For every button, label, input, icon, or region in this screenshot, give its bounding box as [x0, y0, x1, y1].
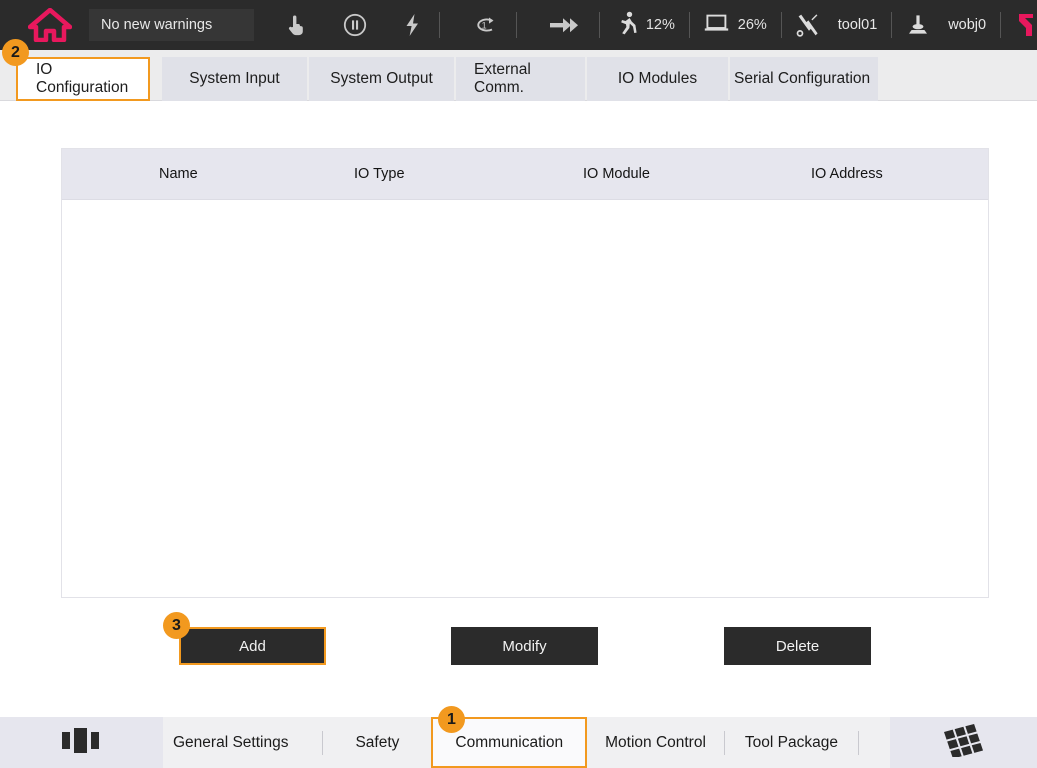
tab-system-output[interactable]: System Output [309, 57, 454, 101]
add-button[interactable]: Add [179, 627, 326, 665]
running-person-icon [618, 11, 637, 39]
add-button-label: Add [239, 638, 266, 655]
cycle-once-icon[interactable]: 1 [470, 15, 498, 35]
io-configuration-table: Name IO Type IO Module IO Address [61, 148, 989, 598]
warning-text: No new warnings [101, 17, 212, 33]
tab-io-modules[interactable]: IO Modules [587, 57, 728, 101]
annotation-badge-1: 1 [438, 706, 465, 733]
column-header-io-module[interactable]: IO Module [525, 166, 756, 182]
modify-button[interactable]: Modify [451, 627, 598, 665]
nav-label: Safety [355, 734, 399, 752]
tab-label: IO Configuration [36, 61, 130, 97]
table-body-empty[interactable] [62, 200, 988, 597]
tab-label: System Input [189, 70, 279, 88]
tab-label: System Output [330, 70, 433, 88]
tab-serial-configuration[interactable]: Serial Configuration [730, 57, 878, 101]
nav-label: Communication [455, 734, 563, 752]
load-status[interactable]: 26% [704, 13, 767, 37]
divider [689, 12, 690, 38]
panels-button[interactable] [0, 717, 163, 768]
bottom-nav-items: General Settings Safety Communication Mo… [163, 717, 859, 768]
table-header-row: Name IO Type IO Module IO Address [62, 149, 988, 200]
column-header-io-address[interactable]: IO Address [756, 166, 988, 182]
divider [516, 12, 517, 38]
workobject-label[interactable]: wobj0 [948, 17, 986, 33]
keypad-grid-icon [942, 723, 986, 762]
nav-label: Tool Package [745, 734, 838, 752]
divider [891, 12, 892, 38]
tools-icon[interactable] [796, 13, 820, 37]
tab-label: External Comm. [474, 61, 567, 97]
speed-value: 12% [646, 17, 675, 33]
robot-arm-icon[interactable] [1015, 11, 1037, 39]
speed-status[interactable]: 12% [618, 11, 675, 39]
tab-io-configuration[interactable]: IO Configuration [16, 57, 150, 101]
pause-circle-icon[interactable] [343, 13, 367, 37]
workobject-icon[interactable] [906, 13, 930, 37]
tab-label: IO Modules [618, 70, 697, 88]
tab-system-input[interactable]: System Input [162, 57, 307, 101]
sub-tab-bar: IO Configuration System Input System Out… [0, 50, 1037, 101]
tab-label: Serial Configuration [734, 70, 870, 88]
divider [439, 12, 440, 38]
bottom-nav-bar: General Settings Safety Communication Mo… [0, 717, 1037, 768]
divider [599, 12, 600, 38]
nav-label: Motion Control [605, 734, 706, 752]
load-value: 26% [738, 17, 767, 33]
divider [858, 731, 859, 755]
nav-item-motion-control[interactable]: Motion Control [587, 717, 724, 768]
lightning-bolt-icon[interactable] [404, 13, 421, 37]
nav-item-safety[interactable]: Safety [323, 717, 431, 768]
svg-text:1: 1 [482, 21, 487, 31]
delete-button-label: Delete [776, 638, 819, 655]
annotation-badge-3: 3 [163, 612, 190, 639]
tool-label[interactable]: tool01 [838, 17, 878, 33]
divider [1000, 12, 1001, 38]
column-header-io-type[interactable]: IO Type [294, 166, 525, 182]
divider [781, 12, 782, 38]
fast-forward-icon[interactable] [549, 16, 581, 34]
home-icon[interactable] [28, 8, 72, 42]
top-status-bar: No new warnings 1 [0, 0, 1037, 50]
tab-external-comm[interactable]: External Comm. [456, 57, 585, 101]
nav-item-general-settings[interactable]: General Settings [163, 717, 322, 768]
panels-icon [60, 726, 104, 759]
delete-button[interactable]: Delete [724, 627, 871, 665]
keypad-button[interactable] [890, 717, 1037, 768]
hand-pointer-icon[interactable] [286, 14, 305, 36]
modify-button-label: Modify [502, 638, 546, 655]
warning-message-field[interactable]: No new warnings [89, 9, 254, 41]
robot-controller-screen: No new warnings 1 [0, 0, 1037, 768]
column-header-name[interactable]: Name [62, 166, 294, 182]
nav-item-tool-package[interactable]: Tool Package [725, 717, 858, 768]
action-button-row: Add Modify Delete [0, 627, 1037, 667]
annotation-badge-2: 2 [2, 39, 29, 66]
monitor-icon [704, 13, 729, 37]
nav-label: General Settings [173, 734, 288, 752]
